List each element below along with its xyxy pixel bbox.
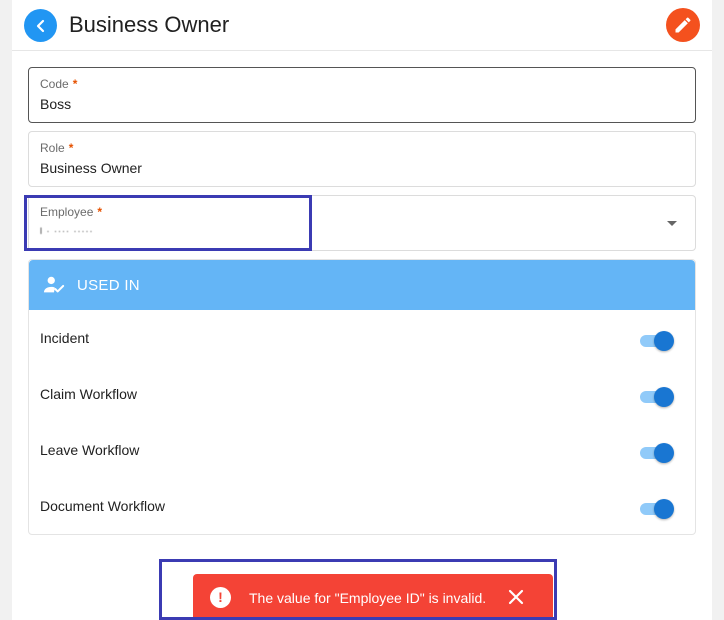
document-workflow-toggle[interactable] (638, 499, 674, 519)
used-in-card: USED IN Incident Claim Workflow Leave Wo… (28, 259, 696, 535)
close-icon[interactable] (508, 589, 524, 605)
required-mark: * (97, 205, 103, 219)
code-field[interactable]: Code * Boss (28, 67, 696, 123)
page-title: Business Owner (69, 12, 230, 37)
back-button[interactable] (24, 9, 57, 42)
edit-button[interactable] (666, 8, 700, 42)
leave-workflow-toggle[interactable] (638, 443, 674, 463)
used-in-item-leave-workflow: Leave Workflow (29, 423, 695, 479)
claim-workflow-toggle[interactable] (638, 387, 674, 407)
used-in-item-document-workflow: Document Workflow (29, 479, 695, 535)
role-field[interactable]: Role * Business Owner (28, 131, 696, 187)
employee-label: Employee * (40, 205, 103, 219)
caret-down-icon[interactable] (667, 221, 677, 226)
code-value: Boss (40, 96, 72, 112)
used-in-header: USED IN (29, 260, 695, 310)
toggle-thumb[interactable] (654, 331, 674, 351)
snackbar-message: The value for "Employee ID" is invalid. (249, 590, 487, 606)
used-in-item-label: Leave Workflow (40, 442, 140, 458)
code-label: Code * (40, 77, 78, 91)
error-icon: ! (210, 587, 231, 608)
main-panel: Business Owner Code * Boss Role * Business… (12, 0, 712, 620)
employee-select[interactable]: Employee * l · ···· ····· (28, 195, 696, 251)
error-snackbar: ! The value for "Employee ID" is invalid… (193, 574, 553, 620)
role-label: Role * (40, 141, 74, 155)
required-mark: * (68, 141, 74, 155)
used-in-item-label: Incident (40, 330, 90, 346)
used-in-item-label: Document Workflow (40, 498, 166, 514)
toggle-thumb[interactable] (654, 387, 674, 407)
toggle-thumb[interactable] (654, 499, 674, 519)
used-in-heading: USED IN (77, 277, 140, 294)
used-in-item-claim-workflow: Claim Workflow (29, 367, 695, 423)
toggle-thumb[interactable] (654, 443, 674, 463)
page-header: Business Owner (12, 0, 712, 51)
user-check-icon (43, 276, 65, 293)
role-value: Business Owner (40, 160, 142, 176)
used-in-item-label: Claim Workflow (40, 386, 137, 402)
required-mark: * (72, 77, 78, 91)
used-in-item-incident: Incident (29, 311, 695, 367)
incident-toggle[interactable] (638, 331, 674, 351)
pencil-icon (675, 17, 691, 33)
employee-value: l · ···· ····· (40, 226, 94, 236)
chevron-left-icon (36, 19, 44, 32)
